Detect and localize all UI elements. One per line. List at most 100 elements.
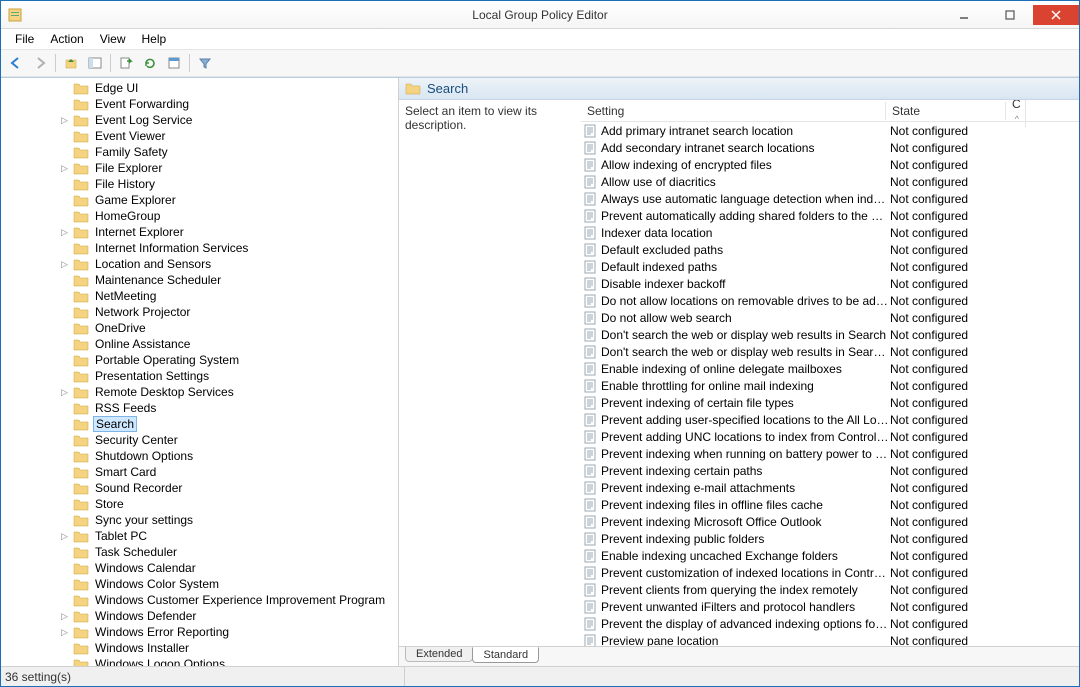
setting-row[interactable]: Prevent clients from querying the index …	[581, 581, 1079, 598]
expand-icon[interactable]: ▷	[61, 163, 73, 174]
tree-panel[interactable]: Edge UIEvent Forwarding▷Event Log Servic…	[1, 78, 399, 666]
tree-item[interactable]: ▷Remote Desktop Services	[1, 384, 398, 400]
tree-item[interactable]: Search	[1, 416, 398, 432]
filter-button[interactable]	[194, 52, 216, 74]
setting-row[interactable]: Don't search the web or display web resu…	[581, 343, 1079, 360]
setting-row[interactable]: Prevent automatically adding shared fold…	[581, 207, 1079, 224]
app-icon	[7, 7, 23, 23]
expand-icon[interactable]: ▷	[61, 611, 73, 622]
tree-item[interactable]: Presentation Settings	[1, 368, 398, 384]
menu-action[interactable]: Action	[42, 30, 91, 48]
tree-item[interactable]: ▷Internet Explorer	[1, 224, 398, 240]
setting-row[interactable]: Don't search the web or display web resu…	[581, 326, 1079, 343]
forward-button[interactable]	[29, 52, 51, 74]
expand-icon[interactable]: ▷	[61, 115, 73, 126]
settings-list[interactable]: Setting State C ^ Add primary intranet s…	[581, 100, 1079, 646]
close-button[interactable]	[1033, 5, 1079, 25]
tree-item[interactable]: Security Center	[1, 432, 398, 448]
setting-row[interactable]: Indexer data locationNot configured	[581, 224, 1079, 241]
tree-item[interactable]: Internet Information Services	[1, 240, 398, 256]
tree-item[interactable]: NetMeeting	[1, 288, 398, 304]
tab-standard[interactable]: Standard	[472, 647, 539, 663]
tree-item[interactable]: Task Scheduler	[1, 544, 398, 560]
setting-row[interactable]: Add primary intranet search locationNot …	[581, 122, 1079, 139]
column-setting[interactable]: Setting	[581, 102, 886, 120]
tree-item[interactable]: Windows Logon Options	[1, 656, 398, 666]
setting-row[interactable]: Prevent indexing when running on battery…	[581, 445, 1079, 462]
tree-item[interactable]: Windows Installer	[1, 640, 398, 656]
tree-item[interactable]: Portable Operating System	[1, 352, 398, 368]
setting-row[interactable]: Enable indexing uncached Exchange folder…	[581, 547, 1079, 564]
setting-row[interactable]: Default indexed pathsNot configured	[581, 258, 1079, 275]
tree-item[interactable]: Network Projector	[1, 304, 398, 320]
tree-item[interactable]: Shutdown Options	[1, 448, 398, 464]
setting-row[interactable]: Default excluded pathsNot configured	[581, 241, 1079, 258]
setting-row[interactable]: Enable throttling for online mail indexi…	[581, 377, 1079, 394]
tree-item[interactable]: Family Safety	[1, 144, 398, 160]
tree-item[interactable]: Smart Card	[1, 464, 398, 480]
setting-row[interactable]: Disable indexer backoffNot configured	[581, 275, 1079, 292]
tree-item[interactable]: File History	[1, 176, 398, 192]
tree-item[interactable]: HomeGroup	[1, 208, 398, 224]
tree-item[interactable]: Event Viewer	[1, 128, 398, 144]
setting-row[interactable]: Prevent adding UNC locations to index fr…	[581, 428, 1079, 445]
menu-file[interactable]: File	[7, 30, 42, 48]
setting-row[interactable]: Do not allow locations on removable driv…	[581, 292, 1079, 309]
tree-item[interactable]: Maintenance Scheduler	[1, 272, 398, 288]
expand-icon[interactable]: ▷	[61, 627, 73, 638]
tree-item[interactable]: OneDrive	[1, 320, 398, 336]
menu-help[interactable]: Help	[134, 30, 175, 48]
setting-row[interactable]: Add secondary intranet search locationsN…	[581, 139, 1079, 156]
tree-item[interactable]: Event Forwarding	[1, 96, 398, 112]
setting-row[interactable]: Prevent indexing Microsoft Office Outloo…	[581, 513, 1079, 530]
tab-extended[interactable]: Extended	[405, 647, 473, 662]
tree-item[interactable]: Windows Customer Experience Improvement …	[1, 592, 398, 608]
expand-icon[interactable]: ▷	[61, 227, 73, 238]
column-comment[interactable]: C ^	[1006, 100, 1026, 127]
setting-row[interactable]: Do not allow web searchNot configured	[581, 309, 1079, 326]
expand-icon[interactable]: ▷	[61, 259, 73, 270]
setting-row[interactable]: Prevent unwanted iFilters and protocol h…	[581, 598, 1079, 615]
setting-row[interactable]: Preview pane locationNot configured	[581, 632, 1079, 646]
setting-row[interactable]: Prevent indexing certain pathsNot config…	[581, 462, 1079, 479]
setting-row[interactable]: Prevent adding user-specified locations …	[581, 411, 1079, 428]
back-button[interactable]	[5, 52, 27, 74]
tree-item[interactable]: Edge UI	[1, 80, 398, 96]
setting-row[interactable]: Prevent the display of advanced indexing…	[581, 615, 1079, 632]
setting-row[interactable]: Allow use of diacriticsNot configured	[581, 173, 1079, 190]
tree-item[interactable]: Sync your settings	[1, 512, 398, 528]
tree-item[interactable]: ▷Event Log Service	[1, 112, 398, 128]
refresh-button[interactable]	[139, 52, 161, 74]
setting-row[interactable]: Prevent indexing of certain file typesNo…	[581, 394, 1079, 411]
tree-item[interactable]: ▷File Explorer	[1, 160, 398, 176]
tree-item[interactable]: Store	[1, 496, 398, 512]
expand-icon[interactable]: ▷	[61, 387, 73, 398]
tree-item[interactable]: RSS Feeds	[1, 400, 398, 416]
tree-item[interactable]: Game Explorer	[1, 192, 398, 208]
expand-icon[interactable]: ▷	[61, 531, 73, 542]
column-state[interactable]: State	[886, 102, 1006, 120]
tree-item[interactable]: Online Assistance	[1, 336, 398, 352]
show-hide-tree-button[interactable]	[84, 52, 106, 74]
tree-item[interactable]: Windows Calendar	[1, 560, 398, 576]
export-button[interactable]	[115, 52, 137, 74]
tree-item[interactable]: ▷Windows Defender	[1, 608, 398, 624]
menu-view[interactable]: View	[92, 30, 134, 48]
folder-icon	[73, 370, 89, 383]
minimize-button[interactable]	[941, 5, 987, 25]
tree-item[interactable]: ▷Tablet PC	[1, 528, 398, 544]
tree-item[interactable]: Sound Recorder	[1, 480, 398, 496]
up-button[interactable]	[60, 52, 82, 74]
setting-row[interactable]: Allow indexing of encrypted filesNot con…	[581, 156, 1079, 173]
setting-row[interactable]: Prevent indexing public foldersNot confi…	[581, 530, 1079, 547]
tree-item[interactable]: ▷Location and Sensors	[1, 256, 398, 272]
setting-row[interactable]: Prevent customization of indexed locatio…	[581, 564, 1079, 581]
setting-row[interactable]: Always use automatic language detection …	[581, 190, 1079, 207]
tree-item[interactable]: Windows Color System	[1, 576, 398, 592]
setting-row[interactable]: Prevent indexing e-mail attachmentsNot c…	[581, 479, 1079, 496]
setting-row[interactable]: Prevent indexing files in offline files …	[581, 496, 1079, 513]
maximize-button[interactable]	[987, 5, 1033, 25]
setting-row[interactable]: Enable indexing of online delegate mailb…	[581, 360, 1079, 377]
tree-item[interactable]: ▷Windows Error Reporting	[1, 624, 398, 640]
properties-button[interactable]	[163, 52, 185, 74]
